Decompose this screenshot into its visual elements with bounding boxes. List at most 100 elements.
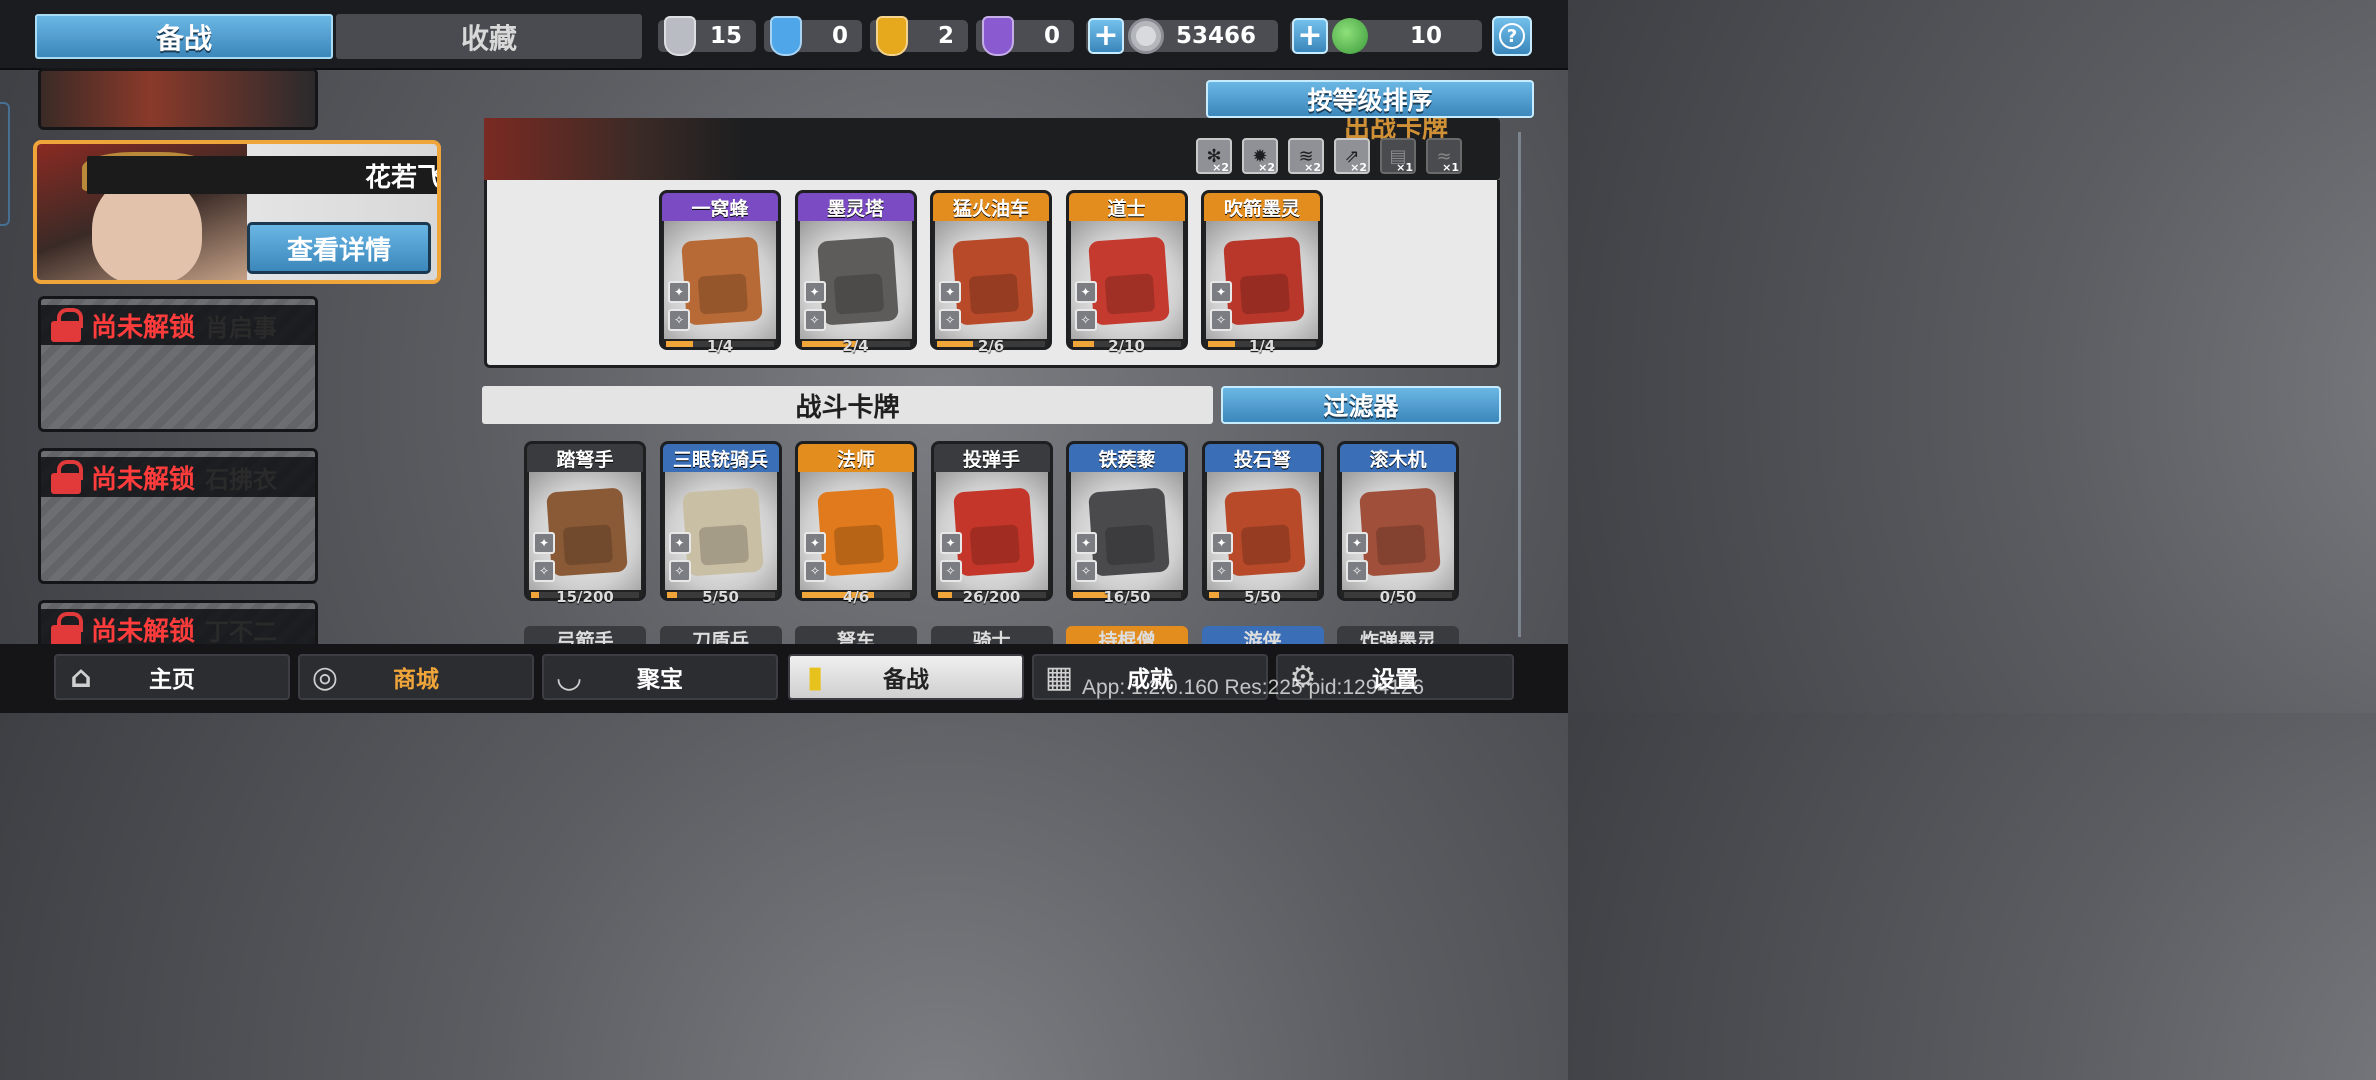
unit-card[interactable]: 投石弩✦✧75/50 bbox=[1201, 441, 1324, 606]
resource-purple-value: 0 bbox=[1043, 23, 1060, 49]
unit-trait-icon: ✦ bbox=[533, 532, 555, 554]
unit-figure bbox=[546, 487, 628, 577]
card-art: ✦✧7 bbox=[935, 221, 1047, 339]
purple-shield-icon bbox=[982, 16, 1014, 56]
gold-shield-icon bbox=[876, 16, 908, 56]
resource-purple: 0 bbox=[976, 16, 1074, 56]
card-count: 5/50 bbox=[1244, 588, 1281, 606]
resource-blue-value: 0 bbox=[831, 23, 848, 49]
stat-multiplier: ×2 bbox=[1350, 161, 1367, 174]
hero-name-locked: 肖启事 bbox=[205, 313, 278, 342]
unit-figure bbox=[816, 236, 899, 326]
help-button[interactable]: ? bbox=[1492, 16, 1532, 56]
card-title: 猛火油车 bbox=[933, 193, 1049, 221]
nav-treasure[interactable]: ◡ 聚宝 bbox=[542, 654, 778, 700]
add-coins-button[interactable]: + bbox=[1088, 18, 1124, 54]
add-gems-button[interactable]: + bbox=[1292, 18, 1328, 54]
unit-card[interactable]: 投弹手✦✧726/200 bbox=[930, 441, 1053, 606]
filter-button[interactable]: 过滤器 bbox=[1221, 386, 1501, 424]
card-art: ✦✧8 bbox=[1070, 221, 1183, 339]
view-details-button[interactable]: 查看详情 bbox=[247, 222, 431, 274]
card-count: 4/6 bbox=[842, 588, 870, 606]
card-count: 1/4 bbox=[706, 337, 734, 355]
unit-trait-icon: ✦ bbox=[804, 532, 826, 554]
resource-silver: 15 bbox=[658, 16, 756, 56]
unit-trait-icon: ✦ bbox=[803, 281, 826, 303]
unit-card[interactable]: 墨灵塔✦✧92/4 bbox=[794, 190, 917, 355]
card-art: ✦✧7 bbox=[800, 472, 912, 590]
unit-trait-icon: ✦ bbox=[668, 532, 691, 554]
lock-icon bbox=[51, 308, 83, 342]
unit-card[interactable]: 一窝蜂✦✧91/4 bbox=[659, 190, 781, 355]
help-icon: ? bbox=[1499, 23, 1525, 49]
unit-card[interactable]: 猛火油车✦✧72/6 bbox=[930, 190, 1052, 355]
unit-card[interactable]: 三眼铳骑兵✦✧75/50 bbox=[659, 441, 782, 606]
unit-type-icon: ✧ bbox=[1210, 309, 1232, 331]
resource-gold: 2 bbox=[870, 16, 968, 56]
nav-shop[interactable]: ◎ 商城 bbox=[298, 654, 534, 700]
wing-stat-icon: ≈ ×1 bbox=[1426, 138, 1462, 174]
lock-status: 尚未解锁 bbox=[91, 616, 196, 647]
tab-collection[interactable]: 收藏 bbox=[336, 14, 642, 59]
card-title: 墨灵塔 bbox=[797, 193, 914, 221]
lock-status: 尚未解锁 bbox=[91, 312, 196, 343]
card-count: 1/4 bbox=[1248, 337, 1276, 355]
nav-prep[interactable]: ▮ 备战 bbox=[788, 654, 1024, 700]
debug-overlay: App: 1.2.0.160 Res:225 pid:1294126 bbox=[1082, 676, 1425, 699]
unit-type-icon: ✧ bbox=[533, 560, 555, 582]
hero-card-locked[interactable]: 尚未解锁 丁不二 bbox=[38, 600, 318, 650]
unit-card[interactable]: 滚木机✦✧70/50 bbox=[1337, 441, 1459, 606]
card-title: 道士 bbox=[1068, 193, 1185, 221]
hero-card-selected[interactable]: 花若飞 查看详情 bbox=[33, 140, 441, 284]
hero-slot-top[interactable] bbox=[38, 68, 318, 130]
achievement-grid-icon: ▦ bbox=[1044, 659, 1074, 695]
unit-type-icon: ✧ bbox=[1075, 560, 1097, 582]
lock-icon bbox=[51, 612, 83, 646]
card-art: ✦✧7 bbox=[1206, 472, 1319, 590]
unit-figure bbox=[1088, 487, 1170, 577]
unit-card[interactable]: 吹箭墨灵✦✧61/4 bbox=[1201, 190, 1323, 355]
home-pagoda-icon: ⌂ bbox=[70, 659, 92, 695]
card-art: ✦✧6 bbox=[1206, 221, 1318, 339]
wall-stat-icon: ▤ ×1 bbox=[1380, 138, 1416, 174]
unit-type-icon: ✧ bbox=[804, 560, 826, 582]
card-count: 2/4 bbox=[842, 337, 869, 355]
tab-prep[interactable]: 备战 bbox=[35, 14, 333, 59]
gear-stat-icon: ✻ ×2 bbox=[1196, 138, 1232, 174]
unit-type-icon: ✧ bbox=[1346, 560, 1368, 582]
unit-card[interactable]: 法师✦✧74/6 bbox=[795, 441, 917, 606]
scrollbar[interactable] bbox=[1518, 132, 1521, 637]
stat-multiplier: ×2 bbox=[1212, 161, 1229, 174]
hero-portrait bbox=[41, 71, 315, 127]
sort-by-level-button[interactable]: 按等级排序 bbox=[1206, 80, 1534, 118]
unit-card[interactable]: 铁蒺藜✦✧716/50 bbox=[1066, 441, 1188, 606]
hero-card-locked[interactable]: 尚未解锁 石拂衣 bbox=[38, 448, 318, 584]
lock-icon bbox=[51, 460, 83, 494]
lock-status: 尚未解锁 bbox=[91, 464, 196, 495]
unit-figure bbox=[681, 236, 763, 326]
card-art: ✦✧7 bbox=[529, 472, 641, 590]
hero-card-locked[interactable]: 尚未解锁 肖启事 bbox=[38, 296, 318, 432]
shop-coins-icon: ◎ bbox=[311, 659, 339, 695]
unit-type-icon: ✧ bbox=[803, 309, 826, 331]
unit-type-icon: ✧ bbox=[939, 309, 961, 331]
unit-card[interactable]: 踏弩手✦✧715/200 bbox=[524, 441, 646, 606]
card-title: 踏弩手 bbox=[527, 444, 643, 472]
unit-figure bbox=[817, 487, 899, 577]
unit-card[interactable]: 道士✦✧82/10 bbox=[1065, 190, 1188, 355]
burst-stat-icon: ✹ ×2 bbox=[1242, 138, 1278, 174]
side-drawer-handle[interactable] bbox=[0, 102, 10, 226]
card-count: 5/50 bbox=[702, 588, 739, 606]
unit-type-icon: ✧ bbox=[668, 309, 690, 331]
unit-trait-icon: ✦ bbox=[1346, 532, 1368, 554]
card-title: 投石弩 bbox=[1204, 444, 1321, 472]
card-title: 法师 bbox=[798, 444, 914, 472]
blue-crystal-shield-icon bbox=[770, 16, 802, 56]
coin-value: 53466 bbox=[1175, 23, 1256, 49]
card-title: 三眼铳骑兵 bbox=[662, 444, 779, 472]
stat-multiplier: ×1 bbox=[1442, 161, 1459, 174]
card-art: ✦✧7 bbox=[1071, 472, 1183, 590]
deploy-panel-header: 出战卡牌 ✻ ×2 ✹ ×2 ≋ ×2 ⇗ ×2 ▤ ×1 ≈ ×1 bbox=[484, 114, 1500, 180]
unit-type-icon: ✧ bbox=[668, 560, 691, 582]
nav-home[interactable]: ⌂ 主页 bbox=[54, 654, 290, 700]
